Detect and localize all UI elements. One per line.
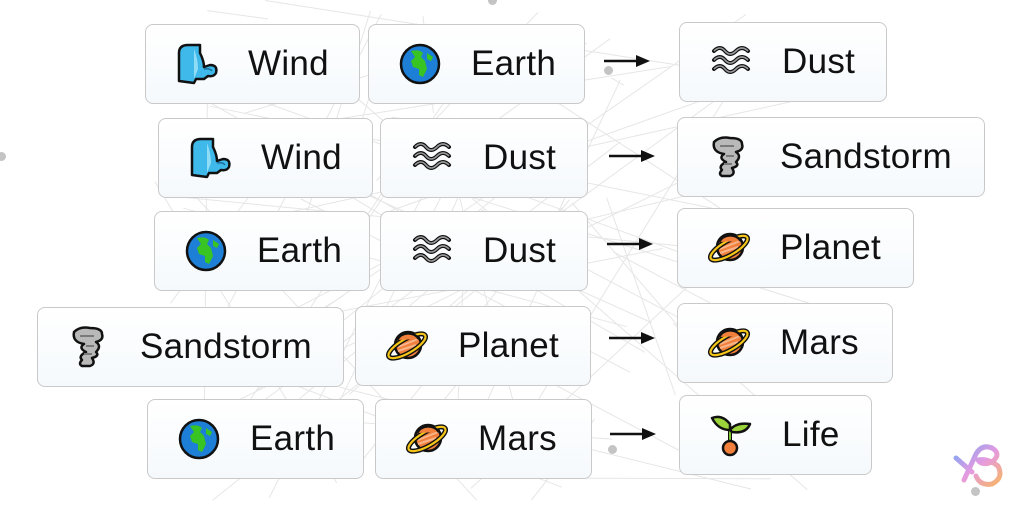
element-label: Mars [478,419,557,458]
arrow-icon [609,150,655,162]
element-label: Wind [261,138,342,177]
element-label: Dust [483,138,557,177]
result-chip[interactable]: Dust [679,22,887,102]
result-chip[interactable]: Sandstorm [677,117,985,197]
result-chip[interactable]: Life [679,395,872,475]
brand-logo-icon [953,444,1003,487]
ringed-planet-icon [706,225,752,271]
ringed-planet-icon [706,320,752,366]
element-label: Sandstorm [780,137,952,176]
globe-icon [183,228,229,274]
element-chip[interactable]: Planet [355,306,591,386]
wind-face-icon [174,41,220,87]
ringed-planet-icon [404,416,450,462]
wave-dust-icon [708,39,754,85]
element-chip[interactable]: Sandstorm [37,307,344,387]
element-label: Planet [458,326,560,365]
element-label: Earth [250,419,336,458]
element-label: Earth [471,44,557,83]
element-label: Sandstorm [140,327,312,366]
element-label: Mars [780,323,859,362]
wave-dust-icon [409,135,455,181]
background-line [610,77,625,86]
globe-icon [397,41,443,87]
wave-dust-icon [409,228,455,274]
tornado-icon [706,134,752,180]
element-label: Dust [782,42,856,81]
arrow-icon [609,332,655,344]
element-label: Planet [780,228,882,267]
background-line [207,10,269,20]
decorative-dot [608,445,617,454]
element-chip[interactable]: Dust [380,118,588,198]
element-chip[interactable]: Wind [158,118,373,198]
element-label: Life [782,415,840,454]
result-chip[interactable]: Mars [677,303,893,383]
wind-face-icon [187,135,233,181]
ringed-planet-icon [384,323,430,369]
result-chip[interactable]: Planet [677,208,914,288]
element-chip[interactable]: Earth [154,211,370,291]
decorative-dot [604,66,613,75]
element-chip[interactable]: Mars [375,399,592,479]
arrow-icon [607,238,653,250]
seedling-icon [708,412,754,458]
element-chip[interactable]: Earth [147,399,364,479]
element-chip[interactable]: Earth [368,24,585,104]
element-chip[interactable]: Dust [380,211,588,291]
arrow-icon [610,428,656,440]
element-chip[interactable]: Wind [145,24,360,104]
tornado-icon [66,324,112,370]
globe-icon [176,416,222,462]
element-label: Wind [248,44,329,83]
element-label: Dust [483,231,557,270]
element-label: Earth [257,231,343,270]
